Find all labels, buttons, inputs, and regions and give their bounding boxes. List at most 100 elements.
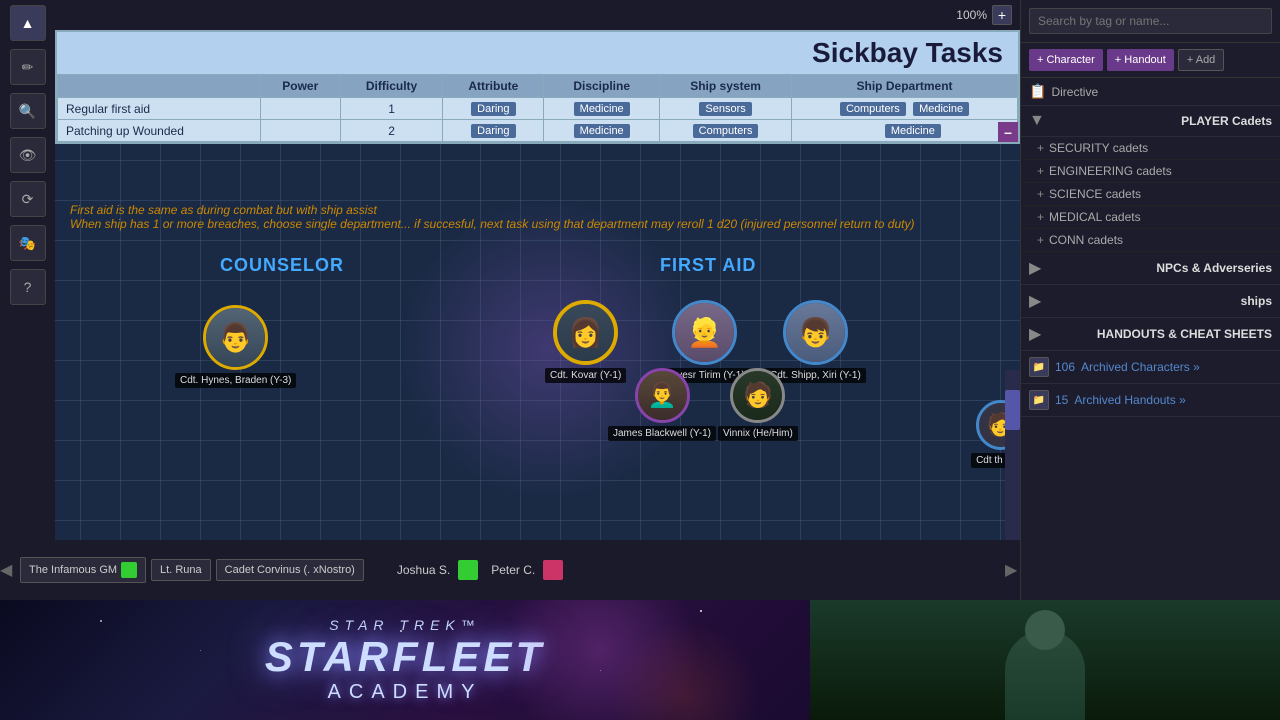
sickbay-panel: Sickbay Tasks Power Difficulty Attribute… [55, 30, 1020, 144]
sidebar-item-security[interactable]: + SECURITY cadets [1021, 137, 1280, 160]
scroll-thumb[interactable] [1005, 390, 1020, 430]
sidebar-item-engineering[interactable]: + ENGINEERING cadets [1021, 160, 1280, 183]
select-tool-button[interactable]: ▲ [10, 5, 46, 41]
first-aid-section-label: FIRST AID [660, 255, 756, 276]
info-line-2: When ship has 1 or more breaches, choose… [70, 217, 914, 231]
character-button[interactable]: + Character [1029, 49, 1103, 71]
token-tool-button[interactable]: 🎭 [10, 225, 46, 261]
task-diff-2: 2 [340, 120, 443, 142]
token-circle-blackwell: 👨‍🦱 [635, 368, 690, 423]
archive-characters-row[interactable]: 📁 106 Archived Characters » [1021, 351, 1280, 384]
task-name-1: Regular first aid [58, 98, 261, 120]
handout-button[interactable]: + Handout [1107, 49, 1174, 71]
zoom-tool-button[interactable]: 🔍 [10, 93, 46, 129]
collapse-icon-npcs: ▶ [1029, 258, 1041, 278]
sidebar-item-medical[interactable]: + MEDICAL cadets [1021, 206, 1280, 229]
plus-icon-conn: + [1037, 233, 1044, 247]
player-runa[interactable]: Lt. Runa [151, 559, 211, 581]
token-label-vinnix: Vinnix (He/Him) [718, 426, 798, 441]
section-handouts[interactable]: ▶ HANDOUTS & CHEAT SHEETS [1021, 318, 1280, 351]
ext-player-1-dot [458, 560, 478, 580]
webcam-feed-1 [810, 600, 1280, 720]
external-players: Joshua S. Peter C. [392, 560, 563, 580]
sidebar: + Character + Handout + Add 📋 Directive … [1020, 0, 1280, 600]
gm-name: The Infamous GM [29, 564, 117, 576]
token-vinnix[interactable]: 🧑 Vinnix (He/Him) [718, 368, 798, 441]
task-disc-2: Medicine [544, 120, 660, 142]
archive-handouts-icon: 📁 [1029, 390, 1049, 410]
bottom-strip: STAR TREK™ STARFLEET ACADEMY [0, 600, 1280, 720]
player-gm[interactable]: The Infamous GM [20, 557, 146, 583]
section-npcs[interactable]: ▶ NPCs & Adverseries [1021, 252, 1280, 285]
archive-characters-count: 106 [1055, 360, 1075, 374]
sidebar-actions: + Character + Handout + Add [1021, 43, 1280, 78]
vtt-bottom-bar: ◀ The Infamous GM Lt. Runa Cadet Corvinu… [0, 540, 1020, 600]
label-conn: CONN cadets [1049, 233, 1123, 247]
collapse-icon-handouts: ▶ [1029, 324, 1041, 344]
archive-handouts-row[interactable]: 📁 15 Archived Handouts » [1021, 384, 1280, 417]
collapse-icon-ships: ▶ [1029, 291, 1041, 311]
plus-icon-science: + [1037, 187, 1044, 201]
scroll-left-button[interactable]: ◀ [0, 540, 15, 600]
archive-handouts-count: 15 [1055, 393, 1068, 407]
col-difficulty: Difficulty [340, 75, 443, 98]
counselor-section-label: COUNSELOR [220, 255, 344, 276]
plus-icon-engineering: + [1037, 164, 1044, 178]
task-sys-1: Sensors [660, 98, 792, 120]
token-label-blackwell: James Blackwell (Y-1) [608, 426, 716, 441]
label-medical: MEDICAL cadets [1049, 210, 1141, 224]
sidebar-item-science[interactable]: + SCIENCE cadets [1021, 183, 1280, 206]
token-circle-hynes: 👨 [203, 305, 268, 370]
archive-handouts-link[interactable]: Archived Handouts » [1074, 393, 1185, 407]
task-diff-1: 1 [340, 98, 443, 120]
search-input[interactable] [1029, 8, 1272, 34]
col-ship-system: Ship system [660, 75, 792, 98]
col-ship-dept: Ship Department [792, 75, 1018, 98]
player-corvinus[interactable]: Cadet Corvinus (. xNostro) [216, 559, 364, 581]
top-bar: 100% + [55, 0, 1020, 30]
runa-name: Lt. Runa [160, 564, 202, 576]
token-blackwell[interactable]: 👨‍🦱 James Blackwell (Y-1) [608, 368, 716, 441]
token-label-hynes: Cdt. Hynes, Braden (Y-3) [175, 373, 296, 388]
toolbar-left: ▲ ✏ 🔍 👁 ⟳ 🎭 ? 🌙 [0, 0, 55, 600]
task-power-1 [260, 98, 340, 120]
sidebar-item-conn[interactable]: + CONN cadets [1021, 229, 1280, 252]
scroll-right-button[interactable]: ▶ [1005, 540, 1020, 600]
close-panel-button[interactable]: – [998, 122, 1018, 142]
token-circle-tirim: 👱 [672, 300, 737, 365]
ext-player-2-dot [543, 560, 563, 580]
collapse-icon-cadets: ▼ [1029, 112, 1045, 130]
help-tool-button[interactable]: ? [10, 269, 46, 305]
token-circle-vinnix: 🧑 [730, 368, 785, 423]
rotate-tool-button[interactable]: ⟳ [10, 181, 46, 217]
task-name-2: Patching up Wounded [58, 120, 261, 142]
zoom-in-button[interactable]: + [992, 5, 1012, 25]
task-sys-2: Computers [660, 120, 792, 142]
gm-color-dot [121, 562, 137, 578]
archive-characters-link[interactable]: Archived Characters » [1081, 360, 1200, 374]
task-table: Power Difficulty Attribute Discipline Sh… [57, 74, 1018, 142]
col-task [58, 75, 261, 98]
directive-icon: 📋 [1029, 83, 1046, 100]
section-player-cadets[interactable]: ▼ PLAYER Cadets [1021, 106, 1280, 137]
section-title-ships: ships [1241, 294, 1272, 308]
task-dept-1: Computers Medicine [792, 98, 1018, 120]
directive-label: Directive [1051, 85, 1098, 99]
section-ships[interactable]: ▶ ships [1021, 285, 1280, 318]
token-circle-kovar: 👩 [553, 300, 618, 365]
sidebar-search-section [1021, 0, 1280, 43]
directive-row[interactable]: 📋 Directive [1021, 78, 1280, 106]
info-text-area: First aid is the same as during combat b… [55, 195, 929, 239]
token-hynes[interactable]: 👨 Cdt. Hynes, Braden (Y-3) [175, 305, 296, 388]
draw-tool-button[interactable]: ✏ [10, 49, 46, 85]
eye-tool-button[interactable]: 👁 [10, 137, 46, 173]
webcam-person-1 [810, 600, 1280, 720]
task-attr-1: Daring [443, 98, 544, 120]
vtt-canvas[interactable]: ▲ ✏ 🔍 👁 ⟳ 🎭 ? 🌙 100% + Sickbay Tasks [0, 0, 1020, 600]
zoom-label: 100% [956, 8, 987, 22]
table-row: Patching up Wounded 2 Daring Medicine Co… [58, 120, 1018, 142]
plus-icon-security: + [1037, 141, 1044, 155]
starfleet-banner: STAR TREK™ STARFLEET ACADEMY [0, 600, 810, 720]
add-button[interactable]: + Add [1178, 49, 1224, 71]
col-power: Power [260, 75, 340, 98]
